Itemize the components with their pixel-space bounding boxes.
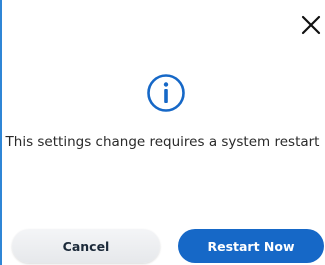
close-icon[interactable]	[300, 14, 322, 36]
info-icon	[146, 73, 186, 113]
restart-dialog: This settings change requires a system r…	[0, 0, 325, 265]
cancel-button[interactable]: Cancel	[12, 229, 160, 263]
dialog-message: This settings change requires a system r…	[5, 134, 320, 150]
restart-now-button[interactable]: Restart Now	[178, 229, 324, 263]
